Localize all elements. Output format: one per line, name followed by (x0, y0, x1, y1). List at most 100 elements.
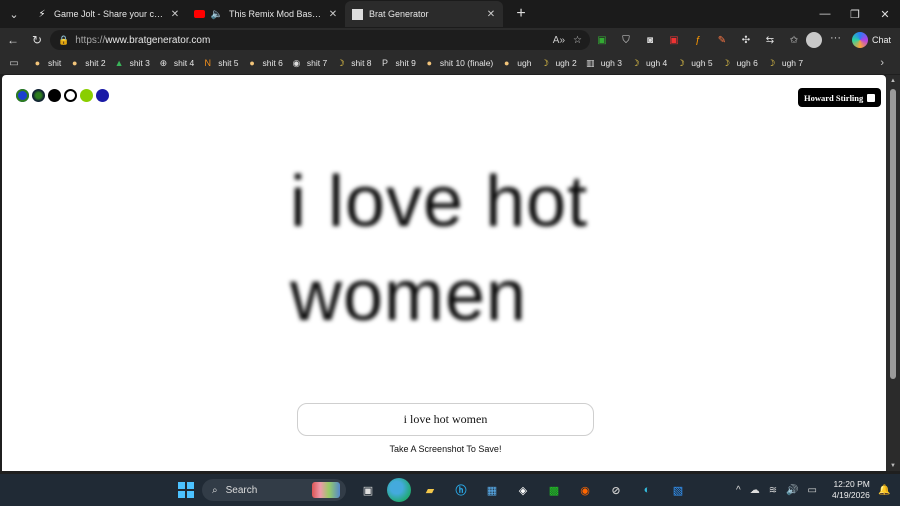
extensions-icon[interactable]: ✣ (734, 30, 758, 50)
read-aloud-icon[interactable]: A» (553, 35, 565, 46)
close-icon[interactable]: ✕ (169, 9, 181, 20)
chat-button[interactable]: Chat (852, 30, 891, 50)
bookmark-item[interactable]: ▲ shit 3 (110, 53, 154, 73)
clock[interactable]: 12:20 PM 4/19/2026 (832, 479, 870, 501)
swatch-white[interactable] (64, 89, 77, 102)
bookmark-item[interactable]: ☽ shit 8 (331, 53, 375, 73)
shield-icon[interactable]: ⛉ (614, 30, 638, 50)
notification-bell-icon[interactable]: 🔔 (878, 485, 890, 496)
onedrive-icon[interactable]: ☁ (750, 485, 760, 496)
hp-icon[interactable]: ⓗ (449, 478, 473, 502)
battery-icon[interactable]: ▭ (808, 485, 817, 496)
bookmark-item[interactable]: ☽ ugh 5 (671, 53, 716, 73)
firefox-icon[interactable]: ◉ (573, 478, 597, 502)
clock-time: 12:20 PM (833, 479, 870, 489)
extension-red-icon[interactable]: ▣ (662, 30, 686, 50)
profile-avatar[interactable] (806, 32, 822, 48)
bookmark-item[interactable]: ● shit 6 (243, 53, 287, 73)
clock-date: 4/19/2026 (832, 490, 870, 500)
scrollbar-thumb[interactable] (890, 89, 896, 379)
brat-text-input[interactable] (297, 403, 594, 436)
youtube-icon (193, 8, 205, 20)
bookmark-item[interactable]: ☽ ugh 6 (717, 53, 762, 73)
banana-icon: ☽ (767, 57, 776, 68)
more-options-icon[interactable]: ··· (830, 32, 841, 44)
link-icon (867, 93, 876, 102)
tab-youtube[interactable]: 🔈 This Remix Mod Based on Scr ✕ (187, 1, 345, 27)
close-icon[interactable]: ✕ (327, 9, 339, 20)
tab-actions-button[interactable]: ⌄ (4, 4, 24, 24)
close-icon[interactable]: ✕ (485, 9, 497, 20)
p-icon: P (382, 58, 389, 68)
tab-actions-icon[interactable]: ⇆ (758, 30, 782, 50)
green-app-icon[interactable]: ▩ (542, 478, 566, 502)
bookmark-item[interactable]: ⊕ shit 4 (154, 53, 198, 73)
speaker-icon[interactable]: 🔈 (211, 8, 223, 20)
restore-icon[interactable]: ❐ (840, 0, 870, 28)
reading-list-icon[interactable]: ▭ (0, 58, 28, 69)
tab-game-jolt[interactable]: ⚡ Game Jolt - Share your creations ✕ (30, 1, 187, 27)
favorite-star-icon[interactable]: ☆ (573, 35, 582, 46)
file-explorer-icon[interactable]: ▰ (418, 478, 442, 502)
refresh-icon[interactable]: ↻ (25, 29, 49, 51)
bookmark-item[interactable]: ● shit 10 (finale) (420, 53, 497, 73)
camera-icon[interactable]: ◙ (638, 30, 662, 50)
scroll-up-icon[interactable]: ▲ (889, 78, 897, 84)
banana-icon: ☽ (722, 57, 731, 68)
back-icon[interactable]: ← (1, 29, 25, 51)
chevron-right-icon[interactable]: › (880, 57, 884, 69)
circle-app-icon[interactable]: ⊘ (604, 478, 628, 502)
roblox-icon[interactable]: ◈ (511, 478, 535, 502)
bookmark-item[interactable]: ● shit 2 (65, 53, 109, 73)
chevron-up-icon[interactable]: ^ (736, 485, 741, 496)
taskbar-search[interactable]: ⌕ Search (202, 479, 346, 501)
task-view-icon[interactable]: ▣ (356, 478, 380, 502)
extension-green-icon[interactable]: ▣ (590, 30, 614, 50)
bookmark-item[interactable]: ● ugh (497, 53, 535, 73)
bookmark-item[interactable]: ▥ ugh 3 (581, 53, 626, 73)
new-tab-button[interactable]: + (511, 5, 531, 23)
bookmark-item[interactable]: Nshit 5 (198, 53, 242, 73)
grid-app-icon[interactable]: ▧ (666, 478, 690, 502)
brat-text-line: women (290, 256, 528, 336)
ng-icon: N (204, 58, 211, 68)
bookmark-item[interactable]: Pshit 9 (376, 53, 420, 73)
swatch-lime[interactable] (80, 89, 93, 102)
author-badge[interactable]: Howard Stirling (798, 88, 882, 107)
github-icon: ◉ (292, 57, 301, 68)
volume-icon[interactable]: 🔊 (786, 485, 798, 496)
scrollbar[interactable]: ▲ ▼ (886, 75, 900, 471)
globe-icon: ⊕ (159, 57, 168, 68)
close-window-icon[interactable]: ✕ (870, 0, 900, 28)
pencil-icon[interactable]: ✎ (710, 30, 734, 50)
store-icon[interactable]: ▦ (480, 478, 504, 502)
bread-icon: ● (426, 58, 433, 68)
bookmark-label: shit 6 (262, 58, 283, 68)
extension-orange-icon[interactable]: ƒ (686, 30, 710, 50)
favorites-icon[interactable]: ✩ (782, 30, 806, 50)
bookmark-item[interactable]: ☽ ugh 4 (626, 53, 671, 73)
bookmark-item[interactable]: ☽ ugh 7 (762, 53, 807, 73)
swatch-black[interactable] (48, 89, 61, 102)
bookmark-item[interactable]: ◉ shit 7 (287, 53, 331, 73)
banana-icon: ☽ (336, 57, 345, 68)
scroll-down-icon[interactable]: ▼ (889, 463, 897, 469)
lock-icon[interactable]: 🔒 (58, 35, 69, 46)
swirl-app-icon[interactable]: ◐ (635, 478, 659, 502)
tab-brat-generator[interactable]: Brat Generator ✕ (345, 1, 503, 27)
address-bar[interactable]: 🔒 https://www.bratgenerator.com A» ☆ (50, 30, 590, 50)
wifi-icon[interactable]: ≋ (769, 485, 777, 496)
swatch-blue[interactable] (16, 89, 29, 102)
windows-start-icon[interactable] (178, 482, 194, 498)
bookmark-item[interactable]: ☽ ugh 2 (535, 53, 580, 73)
search-highlight-icon (312, 482, 340, 498)
game-jolt-icon: ⚡ (38, 8, 46, 20)
swatch-pattern[interactable] (32, 89, 45, 102)
bookmark-label: shit 5 (218, 58, 239, 68)
swatch-navy[interactable] (96, 89, 109, 102)
edge-icon[interactable] (387, 478, 411, 502)
tab-title: Brat Generator (369, 9, 429, 19)
page-viewport: Howard Stirling i love hot women Take A … (2, 75, 886, 471)
minimize-icon[interactable]: — (810, 0, 840, 28)
bookmark-item[interactable]: ● shit (28, 53, 65, 73)
